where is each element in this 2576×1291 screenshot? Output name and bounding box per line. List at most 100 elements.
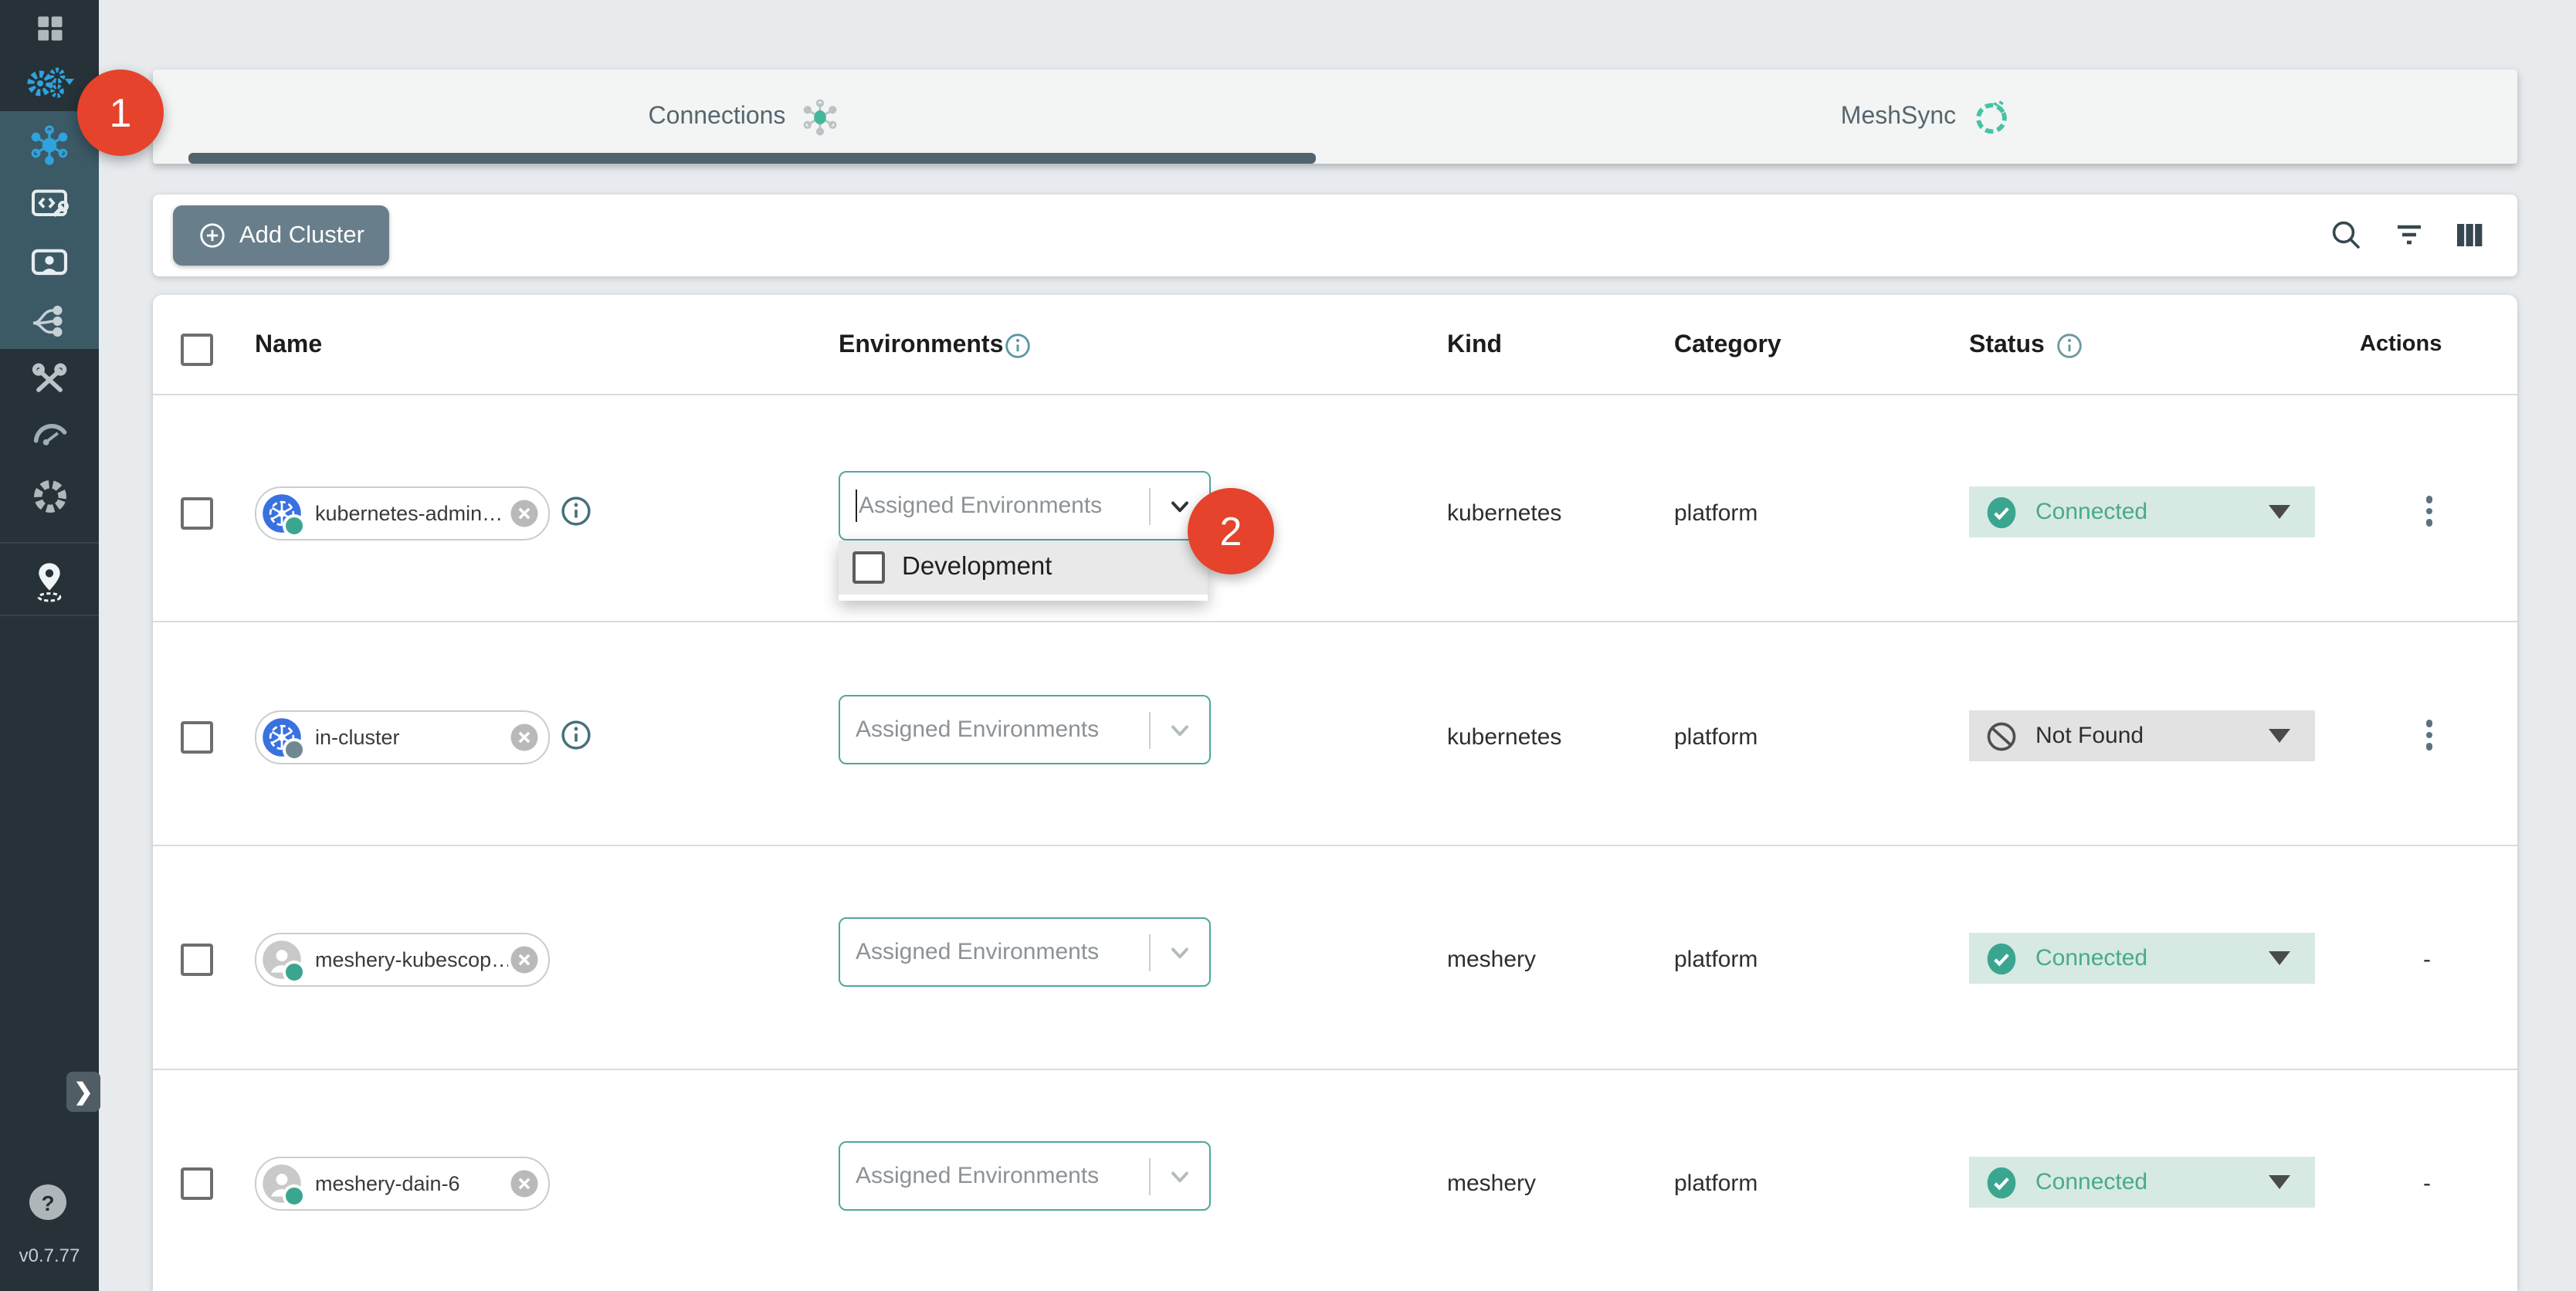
- remove-connection-icon[interactable]: [508, 1167, 541, 1200]
- tab-meshsync[interactable]: MeshSync: [1335, 69, 2517, 164]
- add-cluster-button[interactable]: Add Cluster: [173, 205, 389, 266]
- connections-table: Name Environments Kind Category Status A…: [153, 295, 2517, 1291]
- option-label: Development: [902, 553, 1052, 582]
- select-open-button[interactable]: [1151, 716, 1209, 744]
- header-kind[interactable]: Kind: [1447, 332, 1502, 360]
- environments-select[interactable]: Assigned Environments: [839, 1141, 1211, 1211]
- caret-down-icon: [2269, 951, 2290, 965]
- operator-icon: [28, 241, 71, 284]
- caret-down-icon: [2269, 505, 2290, 519]
- header-status[interactable]: Status: [1969, 332, 2045, 360]
- status-select[interactable]: Connected: [1969, 486, 2315, 537]
- category-cell: platform: [1674, 947, 1757, 973]
- service-mesh-icon: [28, 300, 71, 343]
- row-checkbox[interactable]: [181, 1167, 213, 1200]
- connection-chip[interactable]: meshery-dain-6: [255, 1157, 550, 1211]
- sidebar-item-operator[interactable]: [0, 235, 99, 290]
- tab-connections-label: Connections: [649, 103, 786, 130]
- caret-down-icon: [2269, 1175, 2290, 1189]
- connections-tab-icon: [799, 97, 839, 137]
- status-select[interactable]: Connected: [1969, 933, 2315, 984]
- tab-meshsync-label: MeshSync: [1841, 103, 1956, 130]
- row-separator: [153, 845, 2517, 846]
- view-columns-button[interactable]: [2451, 216, 2488, 253]
- filter-icon: [2391, 216, 2428, 253]
- help-button[interactable]: ?: [29, 1184, 66, 1220]
- environment-option-development[interactable]: Development: [839, 540, 1208, 595]
- category-cell: platform: [1674, 1171, 1757, 1197]
- select-open-button[interactable]: [1151, 938, 1209, 966]
- tab-bar: Connections MeshSync: [153, 69, 2517, 164]
- option-checkbox[interactable]: [852, 551, 885, 584]
- filter-button[interactable]: [2391, 216, 2428, 253]
- active-tab-indicator: [188, 153, 1316, 164]
- actions-empty: -: [2423, 1171, 2431, 1197]
- chevron-down-icon: [1166, 938, 1194, 966]
- header-category[interactable]: Category: [1674, 332, 1781, 360]
- environments-select[interactable]: Assigned Environments: [839, 917, 1211, 987]
- remove-connection-icon[interactable]: [508, 721, 541, 754]
- connections-icon: [28, 124, 71, 167]
- status-label: Connected: [2035, 945, 2269, 971]
- status-select[interactable]: Connected: [1969, 1157, 2315, 1208]
- location-pin-icon: [29, 559, 69, 605]
- row-separator: [153, 394, 2517, 395]
- connection-name: meshery-kubescop…: [315, 948, 508, 971]
- plus-circle-icon: [198, 221, 227, 250]
- environments-menu: Development: [839, 540, 1208, 601]
- select-all-checkbox[interactable]: [181, 334, 213, 366]
- app-version: v0.7.77: [0, 1245, 99, 1266]
- columns-icon: [2451, 216, 2488, 253]
- status-select[interactable]: Not Found: [1969, 710, 2315, 761]
- sidebar-item-catalog[interactable]: [0, 554, 99, 610]
- environments-placeholder: Assigned Environments: [859, 493, 1149, 519]
- chevron-down-icon: [1166, 716, 1194, 744]
- connection-chip[interactable]: in-cluster: [255, 710, 550, 764]
- header-environments[interactable]: Environments: [839, 332, 1003, 360]
- tab-connections[interactable]: Connections: [153, 69, 1335, 164]
- sidebar-item-extensions[interactable]: [0, 468, 99, 524]
- chevron-right-icon: ❯: [73, 1078, 93, 1106]
- status-info-icon[interactable]: [2054, 330, 2085, 361]
- category-cell: platform: [1674, 500, 1757, 527]
- environments-info-icon[interactable]: [1002, 330, 1033, 361]
- connection-name: in-cluster: [315, 726, 508, 749]
- row-checkbox[interactable]: [181, 944, 213, 976]
- search-icon: [2327, 216, 2364, 253]
- connection-chip[interactable]: meshery-kubescop…: [255, 933, 550, 987]
- row-checkbox[interactable]: [181, 497, 213, 530]
- status-label: Connected: [2035, 499, 2269, 525]
- not-found-icon: [1985, 719, 2018, 753]
- environments-select[interactable]: Assigned Environments: [839, 471, 1211, 540]
- caret-down-icon: [2269, 729, 2290, 743]
- environments-select[interactable]: Assigned Environments: [839, 695, 1211, 764]
- remove-connection-icon[interactable]: [508, 944, 541, 976]
- caret-down-icon: [65, 79, 74, 85]
- connection-info-icon[interactable]: [559, 718, 593, 752]
- meshsync-tab-icon: [1970, 96, 2012, 137]
- row-checkbox[interactable]: [181, 721, 213, 754]
- adapters-icon: [28, 182, 71, 225]
- sidebar-expand-button[interactable]: ❯: [66, 1072, 100, 1112]
- row-actions-menu-button[interactable]: [2411, 717, 2448, 754]
- sidebar-item-service-mesh[interactable]: [0, 293, 99, 349]
- annotation-badge-1-label: 1: [110, 89, 132, 137]
- sidebar-divider: [0, 615, 99, 616]
- kubernetes-avatar: [261, 717, 303, 758]
- add-cluster-label: Add Cluster: [239, 222, 364, 249]
- select-open-button[interactable]: [1151, 1162, 1209, 1190]
- connection-info-icon[interactable]: [559, 494, 593, 528]
- connected-check-icon: [1985, 495, 2018, 529]
- category-cell: platform: [1674, 724, 1757, 751]
- sidebar-item-performance[interactable]: [0, 406, 99, 462]
- remove-connection-icon[interactable]: [508, 497, 541, 530]
- connection-chip[interactable]: kubernetes-admin…: [255, 486, 550, 540]
- sidebar-item-dashboard[interactable]: [0, 0, 99, 56]
- sidebar: ❯ ? v0.7.77: [0, 0, 99, 1291]
- sidebar-item-configuration[interactable]: [0, 352, 99, 408]
- kind-cell: kubernetes: [1447, 724, 1561, 751]
- sidebar-item-adapters[interactable]: [0, 176, 99, 232]
- header-name[interactable]: Name: [255, 332, 322, 360]
- search-button[interactable]: [2327, 216, 2364, 253]
- row-actions-menu-button[interactable]: [2411, 493, 2448, 530]
